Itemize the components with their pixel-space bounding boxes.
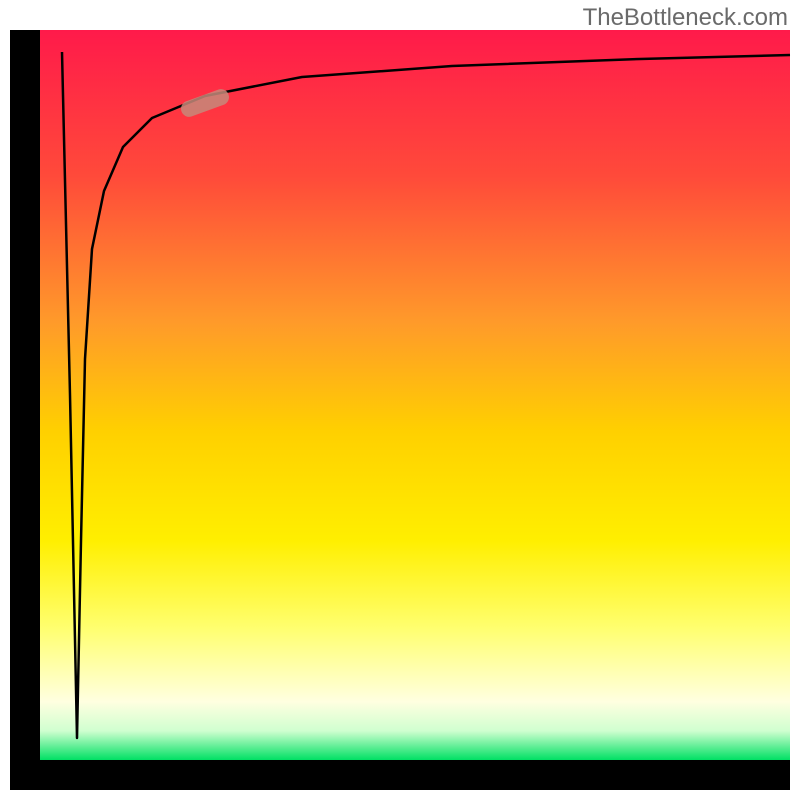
y-axis-border <box>10 30 40 765</box>
x-axis-border <box>10 760 790 790</box>
plot-background <box>40 30 790 760</box>
chart-svg <box>0 0 800 800</box>
chart-container: TheBottleneck.com <box>0 0 800 800</box>
watermark-text: TheBottleneck.com <box>583 4 788 32</box>
